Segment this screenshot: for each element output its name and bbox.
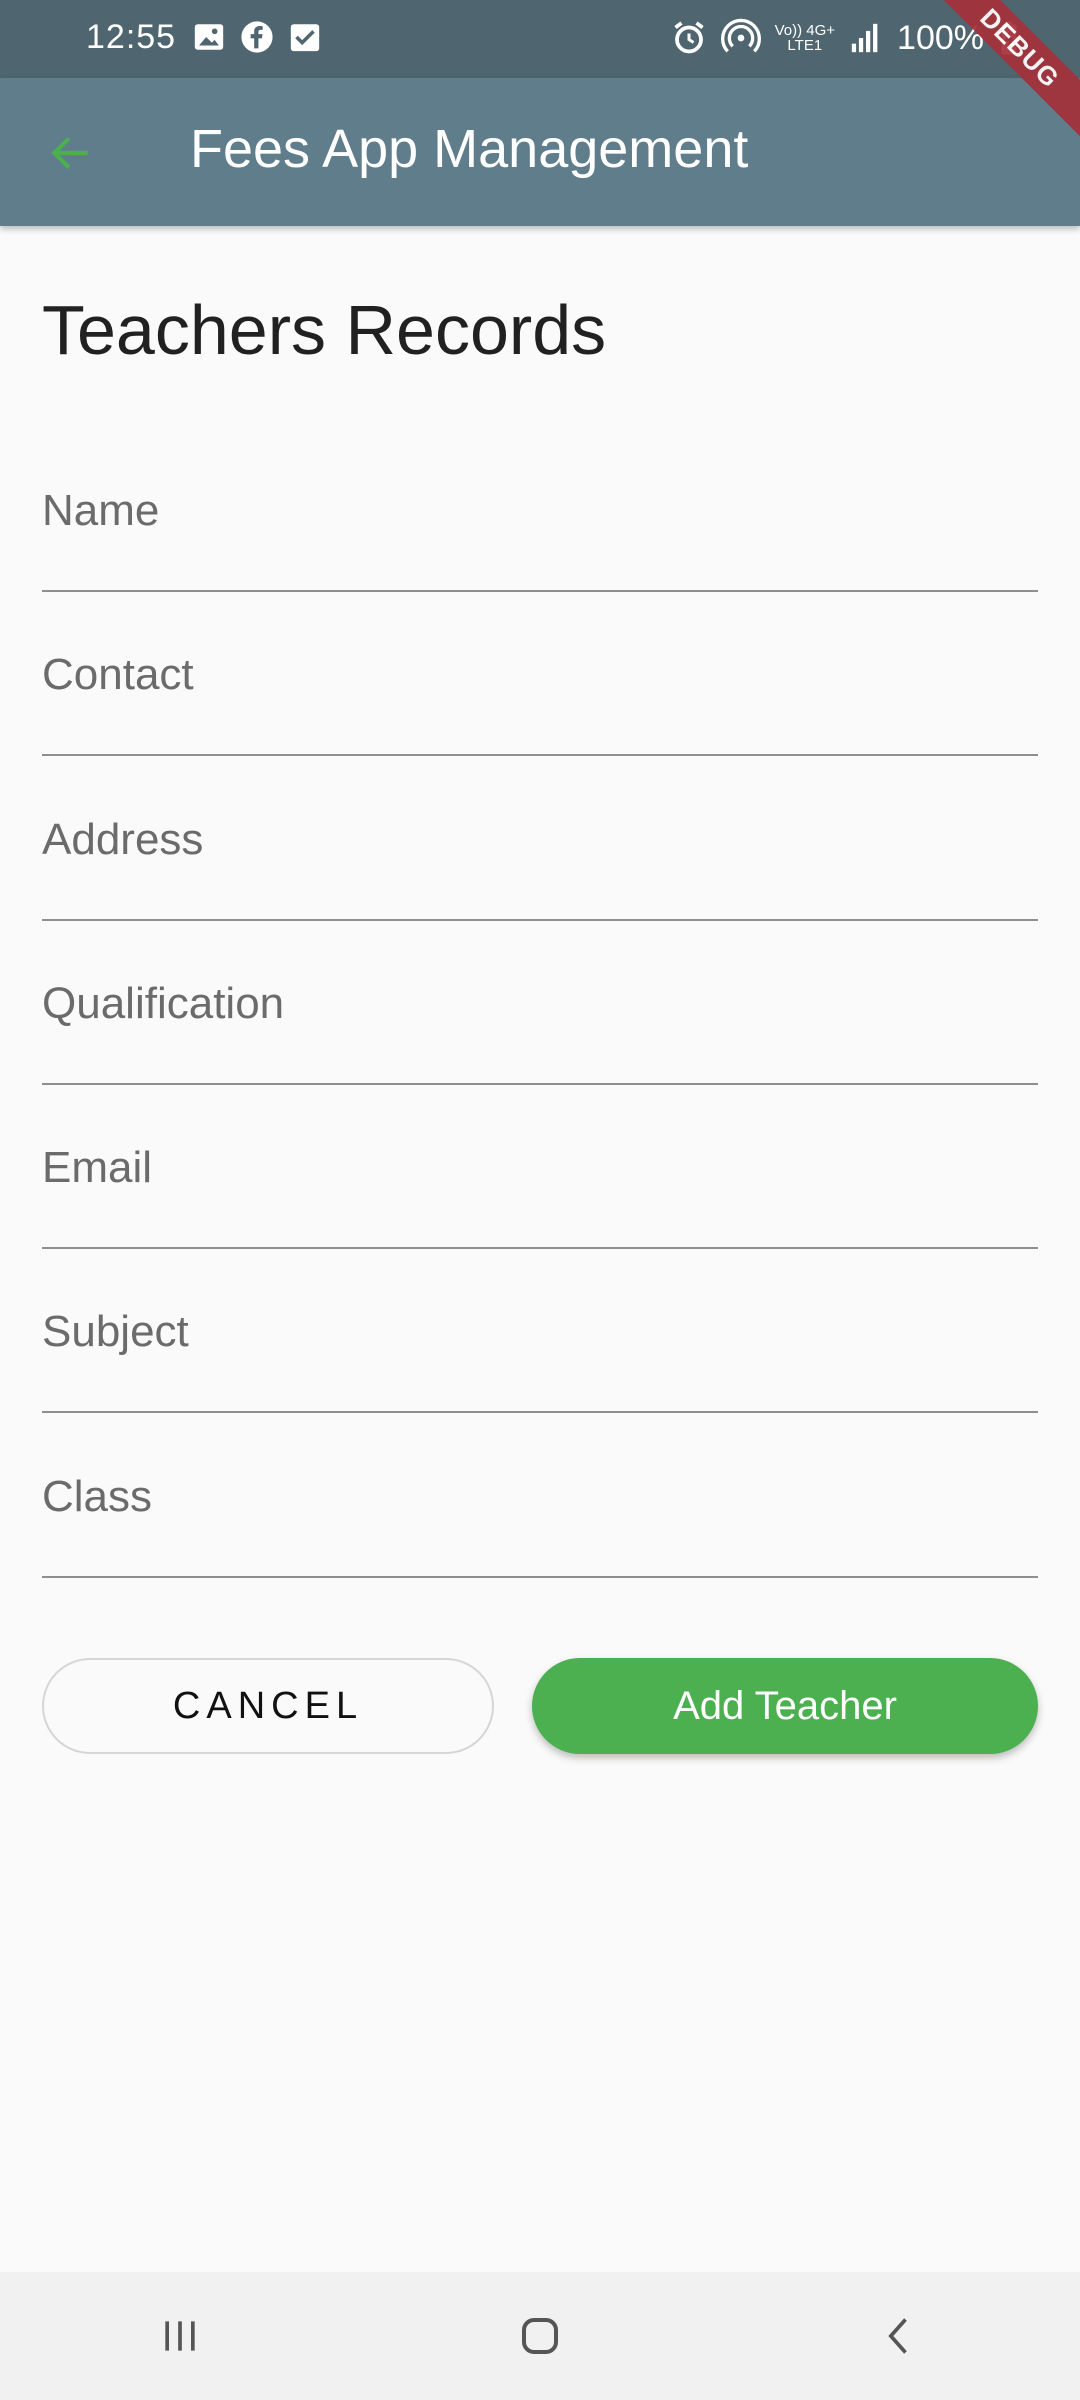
- name-input[interactable]: [42, 486, 1038, 536]
- recent-apps-button[interactable]: [120, 2276, 240, 2396]
- contact-input[interactable]: [42, 650, 1038, 700]
- status-time: 12:55: [86, 18, 177, 56]
- notification-icons: [192, 20, 322, 54]
- email-input[interactable]: [42, 1143, 1038, 1193]
- chevron-left-icon: [888, 2318, 907, 2354]
- gallery-icon: [194, 24, 224, 50]
- contact-field[interactable]: [42, 592, 1038, 756]
- alarm-icon: [673, 21, 704, 54]
- network-type: Vo)) 4G+ LTE1: [775, 23, 835, 53]
- network-type-bottom: LTE1: [787, 37, 823, 54]
- home-button[interactable]: [480, 2276, 600, 2396]
- home-icon: [522, 2318, 558, 2354]
- system-back-button[interactable]: [840, 2276, 960, 2396]
- subject-input[interactable]: [42, 1307, 1038, 1357]
- signal-icon: [851, 23, 878, 53]
- app-title: Fees App Management: [190, 119, 749, 179]
- back-button[interactable]: [36, 118, 106, 188]
- qualification-input[interactable]: [42, 979, 1038, 1029]
- hotspot-icon: [720, 18, 761, 53]
- class-field[interactable]: [42, 1414, 1038, 1578]
- qualification-field[interactable]: [42, 921, 1038, 1085]
- cancel-button[interactable]: CANCEL: [42, 1658, 494, 1754]
- add-teacher-button[interactable]: Add Teacher: [532, 1658, 1038, 1754]
- status-bar: 12:55 Vo)) 4G+ LTE1 100%: [0, 0, 1080, 78]
- system-nav-bar: [0, 2272, 1080, 2400]
- name-field[interactable]: [42, 428, 1038, 592]
- arrow-back-icon: [51, 136, 88, 170]
- facebook-icon: [241, 21, 273, 53]
- recent-apps-icon: [165, 2321, 195, 2351]
- page-title: Teachers Records: [42, 291, 607, 369]
- app-bar: Fees App Management: [0, 78, 1080, 226]
- checkbox-notification-icon: [290, 24, 320, 52]
- address-input[interactable]: [42, 815, 1038, 865]
- network-type-top: Vo)) 4G+: [774, 22, 836, 39]
- class-input[interactable]: [42, 1472, 1038, 1522]
- email-field[interactable]: [42, 1085, 1038, 1249]
- address-field[interactable]: [42, 757, 1038, 921]
- subject-field[interactable]: [42, 1249, 1038, 1413]
